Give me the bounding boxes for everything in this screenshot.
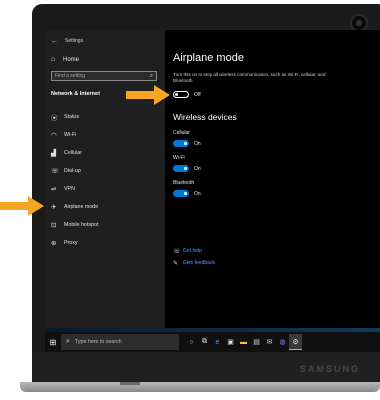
cellular-toggle[interactable] <box>173 140 189 147</box>
give-feedback-link[interactable]: ✎ Give feedback <box>173 257 215 269</box>
bluetooth-toggle[interactable] <box>173 190 189 197</box>
help-links: ☏ Get help ✎ Give feedback <box>173 245 215 269</box>
airplane-icon: ✈ <box>51 204 57 211</box>
sidebar-item-label: Status <box>64 114 80 120</box>
settings-icon[interactable]: ⚙ <box>289 334 302 350</box>
airplane-mode-toggle-row: Off <box>173 91 201 98</box>
sidebar-item-label: Dial-up <box>64 168 81 174</box>
title-bar: ← Settings <box>51 36 83 46</box>
window-title: Settings <box>65 38 84 44</box>
taskbar-search-box[interactable]: ⌕ Type here to search <box>61 334 179 350</box>
get-help-link[interactable]: ☏ Get help <box>173 245 215 257</box>
settings-sidebar: ← Settings ⌂ Home Find a setting ⌕ Netwo… <box>45 30 165 328</box>
sidebar-item-proxy[interactable]: ⊕ Proxy <box>51 234 161 252</box>
sidebar-item-vpn[interactable]: ⇌ VPN <box>51 180 161 198</box>
wifi-toggle[interactable] <box>173 165 189 172</box>
cortana-icon[interactable]: ○ <box>185 334 198 350</box>
link-label: Get help <box>183 248 202 254</box>
search-icon: ⌕ <box>66 338 70 345</box>
airplane-description: Turn this on to stop all wireless commun… <box>173 72 326 83</box>
dialup-icon: ☏ <box>51 168 60 175</box>
taskbar: ⊞ ⌕ Type here to search ○ ⧉ e ▣ ▬ ▤ ✉ ◍ … <box>45 332 380 352</box>
sidebar-item-dialup[interactable]: ☏ Dial-up <box>51 162 161 180</box>
airplane-mode-toggle[interactable] <box>173 91 189 98</box>
cellular-icon: ▟ <box>51 150 56 157</box>
cellular-toggle-row: On <box>173 140 201 147</box>
back-arrow-icon[interactable]: ← <box>51 38 65 45</box>
toggle-state: On <box>194 190 201 197</box>
sidebar-item-label: Wi-Fi <box>64 132 77 138</box>
sidebar-item-airplane-mode[interactable]: ✈ Airplane mode <box>51 198 161 216</box>
section-title: Network & Internet <box>51 91 100 97</box>
laptop-hinge <box>120 382 140 385</box>
bluetooth-toggle-row: On <box>173 190 201 197</box>
sidebar-item-cellular[interactable]: ▟ Cellular <box>51 144 161 162</box>
home-icon: ⌂ <box>51 56 56 63</box>
sidebar-item-mobile-hotspot[interactable]: ⊡ Mobile hotspot <box>51 216 161 234</box>
highlight-arrow-airplane-nav <box>0 196 44 216</box>
find-setting-input[interactable]: Find a setting ⌕ <box>51 71 157 81</box>
feedback-icon: ✎ <box>173 260 179 267</box>
toggle-knob <box>175 93 178 96</box>
highlight-arrow-airplane-toggle <box>126 85 170 105</box>
help-icon: ☏ <box>173 248 181 255</box>
media-icon[interactable]: ◍ <box>276 334 289 350</box>
wifi-toggle-row: On <box>173 165 201 172</box>
store-icon[interactable]: ▣ <box>224 334 237 350</box>
link-label: Give feedback <box>183 260 215 266</box>
edge-icon[interactable]: e <box>211 334 224 350</box>
wifi-icon: ◠ <box>51 132 57 139</box>
mail-icon[interactable]: ✉ <box>263 334 276 350</box>
photos-icon[interactable]: ▤ <box>250 334 263 350</box>
search-icon: ⌕ <box>149 72 153 79</box>
sidebar-item-label: Cellular <box>64 150 82 156</box>
laptop-base <box>20 382 380 392</box>
sidebar-item-label: Airplane mode <box>64 204 99 210</box>
home-link[interactable]: ⌂ Home <box>51 56 79 63</box>
screen: ← Settings ⌂ Home Find a setting ⌕ Netwo… <box>45 30 380 352</box>
sidebar-item-label: Mobile hotspot <box>64 222 99 228</box>
brand-logo: SAMSUNG <box>300 364 361 374</box>
taskbar-search-placeholder: Type here to search <box>74 339 122 345</box>
sidebar-item-status[interactable]: ⦿ Status <box>51 108 161 126</box>
toggle-state: On <box>194 165 201 172</box>
toggle-state: Off <box>194 91 201 98</box>
hotspot-icon: ⊡ <box>51 222 57 229</box>
proxy-icon: ⊕ <box>51 240 57 247</box>
cellular-label: Cellular <box>173 130 190 136</box>
wifi-label: Wi-Fi <box>173 155 185 161</box>
explorer-icon[interactable]: ▬ <box>237 334 250 350</box>
home-label: Home <box>63 56 80 63</box>
sidebar-item-wifi[interactable]: ◠ Wi-Fi <box>51 126 161 144</box>
sidebar-item-label: VPN <box>64 186 75 192</box>
sidebar-nav: ⦿ Status ◠ Wi-Fi ▟ Cellular ☏ Dial-up ⇌ … <box>51 108 161 252</box>
vpn-icon: ⇌ <box>51 186 57 193</box>
wireless-devices-heading: Wireless devices <box>173 112 237 122</box>
settings-content: Airplane mode Turn this on to stop all w… <box>165 30 380 328</box>
search-placeholder: Find a setting <box>55 73 86 79</box>
toggle-knob <box>184 192 187 195</box>
windows-start-icon[interactable]: ⊞ <box>45 338 61 347</box>
toggle-state: On <box>194 140 201 147</box>
globe-icon: ⦿ <box>51 115 58 122</box>
toggle-knob <box>184 167 187 170</box>
bluetooth-label: Bluetooth <box>173 180 195 186</box>
page-title: Airplane mode <box>173 52 244 64</box>
sidebar-item-label: Proxy <box>64 240 78 246</box>
toggle-knob <box>184 142 187 145</box>
task-view-icon[interactable]: ⧉ <box>198 334 211 350</box>
